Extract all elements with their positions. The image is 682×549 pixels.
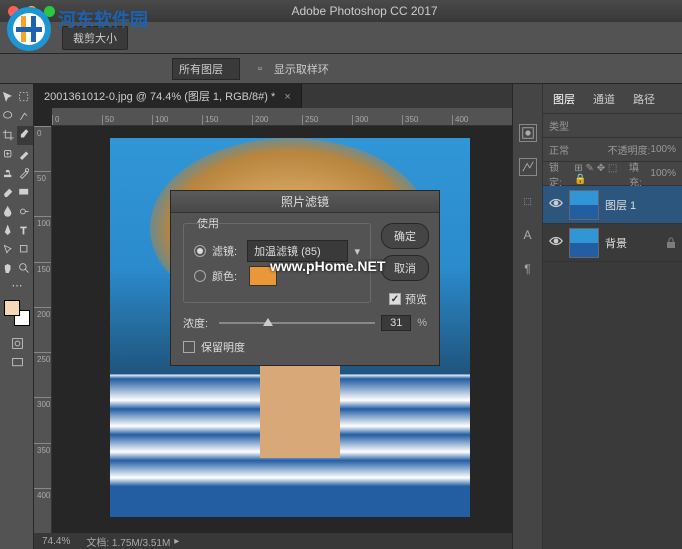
history-brush-tool[interactable] (17, 164, 34, 183)
dialog-title: 照片滤镜 (171, 191, 439, 213)
zoom-tool[interactable] (17, 259, 34, 278)
preserve-luminosity-label: 保留明度 (201, 339, 245, 355)
right-panels: ⬚ A ¶ 图层 通道 路径 类型 正常 不透明度: 100% 锁定: ⊞ ✎ (512, 84, 682, 549)
layer-row[interactable]: 背景 (543, 224, 682, 262)
zoom-level[interactable]: 74.4% (42, 536, 70, 547)
chevron-down-icon[interactable]: ▾ (354, 245, 360, 258)
color-radio-label: 颜色: (212, 268, 237, 284)
preview-label: 预览 (405, 291, 427, 307)
filter-radio[interactable] (194, 245, 206, 257)
layers-dropdown[interactable]: 所有图层 (172, 58, 240, 80)
document-tab[interactable]: 2001361012-0.jpg @ 74.4% (图层 1, RGB/8#) … (34, 84, 302, 108)
opacity-value[interactable]: 100% (650, 144, 676, 155)
layers-panel: 图层 通道 路径 类型 正常 不透明度: 100% 锁定: ⊞ ✎ ✥ ⬚ 🔒 … (543, 84, 682, 549)
toggle-icon[interactable]: ▫ (258, 63, 262, 75)
adjustments-panel-icon[interactable] (519, 158, 537, 176)
status-bar: 74.4% 文档: 1.75M/3.51M ▸ (34, 533, 512, 549)
ok-button[interactable]: 确定 (381, 223, 429, 249)
eraser-tool[interactable] (0, 183, 17, 202)
visibility-icon[interactable] (549, 198, 563, 212)
tools-panel: T ⋯ (0, 84, 34, 549)
dodge-tool[interactable] (17, 202, 34, 221)
brand-logo (4, 4, 54, 52)
tab-channels[interactable]: 通道 (589, 88, 619, 110)
move-tool[interactable] (0, 88, 17, 107)
chevron-right-icon[interactable]: ▸ (174, 536, 179, 547)
lock-icon (666, 237, 676, 249)
crop-tool[interactable] (0, 126, 17, 145)
sample-ring-label: 显示取样环 (274, 61, 329, 77)
kind-filter-label: 类型 (549, 118, 569, 133)
density-slider[interactable] (219, 316, 375, 330)
preserve-luminosity-checkbox[interactable] (183, 341, 195, 353)
layer-name[interactable]: 背景 (605, 235, 627, 251)
density-value[interactable]: 31 (381, 315, 411, 331)
filter-radio-label: 滤镜: (212, 243, 237, 259)
tab-layers[interactable]: 图层 (549, 88, 579, 110)
fill-label: 填充: (629, 159, 650, 189)
tab-paths[interactable]: 路径 (629, 88, 659, 110)
watermark: www.pHome.NET (270, 258, 385, 274)
paragraph-panel-icon[interactable]: ¶ (519, 260, 537, 278)
lasso-tool[interactable] (0, 107, 17, 126)
quickmask-tool[interactable] (0, 334, 34, 353)
shape-tool[interactable] (17, 240, 34, 259)
path-select-tool[interactable] (0, 240, 17, 259)
blur-tool[interactable] (0, 202, 17, 221)
cancel-button[interactable]: 取消 (381, 255, 429, 281)
document-tab-bar: 2001361012-0.jpg @ 74.4% (图层 1, RGB/8#) … (34, 84, 512, 108)
layer-thumbnail (569, 190, 599, 220)
brand-text: 河东软件园 (58, 6, 148, 32)
opacity-label: 不透明度: (608, 142, 651, 157)
gradient-tool[interactable] (17, 183, 34, 202)
screenmode-tool[interactable] (0, 353, 34, 372)
eyedropper-tool[interactable] (17, 126, 34, 145)
hand-tool[interactable] (0, 259, 17, 278)
blend-mode-select[interactable]: 正常 (549, 142, 569, 157)
pen-tool[interactable] (0, 221, 17, 240)
stamp-tool[interactable] (0, 164, 17, 183)
char-panel-icon[interactable]: A (519, 226, 537, 244)
doc-size: 文档: 1.75M/3.51M (86, 534, 170, 549)
properties-panel-icon[interactable]: ⬚ (519, 192, 537, 210)
brush-tool[interactable] (17, 145, 34, 164)
history-panel-icon[interactable] (519, 124, 537, 142)
options-bar: 所有图层 ▫ 显示取样环 (0, 54, 682, 84)
lock-icons[interactable]: ⊞ ✎ ✥ ⬚ 🔒 (574, 163, 629, 185)
close-icon[interactable]: × (284, 91, 290, 103)
layer-thumbnail (569, 228, 599, 258)
photo-filter-dialog: 照片滤镜 确定 取消 ✓ 预览 使用 滤镜: 加温滤镜 (85) ▾ 颜色: 浓… (170, 190, 440, 366)
edit-toolbar[interactable]: ⋯ (0, 278, 34, 292)
density-unit: % (417, 317, 427, 329)
visibility-icon[interactable] (549, 236, 563, 250)
color-radio[interactable] (194, 270, 206, 282)
color-swatches[interactable] (4, 300, 30, 326)
lock-label: 锁定: (549, 159, 570, 189)
quick-select-tool[interactable] (17, 107, 34, 126)
vertical-ruler: 050100150200250300350400 (34, 126, 52, 533)
layer-name[interactable]: 图层 1 (605, 197, 636, 213)
heal-tool[interactable] (0, 145, 17, 164)
marquee-tool[interactable] (17, 88, 34, 107)
type-tool[interactable]: T (17, 221, 34, 240)
document-tab-label: 2001361012-0.jpg @ 74.4% (图层 1, RGB/8#) … (44, 91, 275, 103)
preview-checkbox[interactable]: ✓ (389, 293, 401, 305)
svg-text:T: T (21, 226, 27, 237)
horizontal-ruler: 050100150200250300350400 (52, 108, 512, 126)
fill-value[interactable]: 100% (650, 168, 676, 179)
panel-iconbar: ⬚ A ¶ (513, 84, 543, 549)
layer-row[interactable]: 图层 1 (543, 186, 682, 224)
foreground-color[interactable] (4, 300, 20, 316)
density-label: 浓度: (183, 315, 213, 331)
